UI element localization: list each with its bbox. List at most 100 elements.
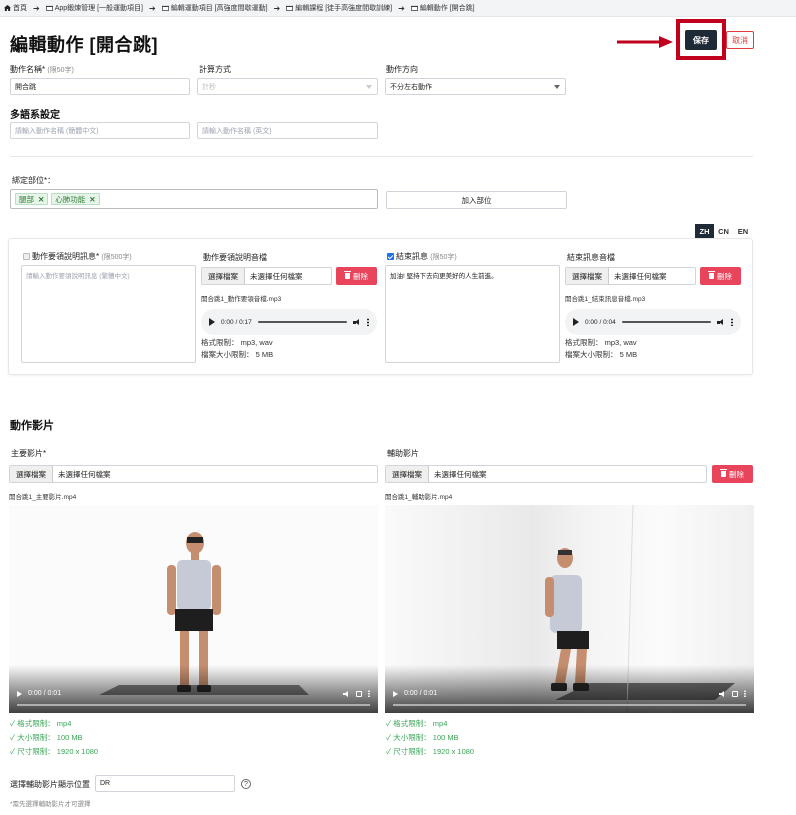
aux-video-file-input[interactable]: 選擇檔案 未選擇任何檔案 <box>385 465 707 483</box>
instruction-textarea[interactable]: 請輸入動作要領說明訊息 (繁體中文) <box>21 265 196 363</box>
check-icon: ✓ <box>386 719 392 728</box>
tag-cardio: 心肺功能 ✕ <box>51 193 100 205</box>
calc-label: 計算方式 <box>199 65 231 74</box>
play-icon[interactable] <box>209 318 215 326</box>
breadcrumb-arrow-icon: ➔ <box>149 3 156 13</box>
trash-icon <box>720 469 727 477</box>
video-seek-bar[interactable] <box>17 704 370 706</box>
chevron-down-icon <box>554 85 560 89</box>
ending-checkbox[interactable]: 結束訊息 (限50字) <box>387 251 457 262</box>
add-part-button[interactable]: 加入部位 <box>386 191 567 209</box>
breadcrumb-edit-course[interactable]: 編輯課程 [徒手高強度間歇訓練] <box>286 3 392 13</box>
remove-tag-icon[interactable]: ✕ <box>89 195 95 204</box>
trash-icon <box>708 271 715 279</box>
check-icon: ✓ <box>10 733 16 742</box>
main-video-checks: ✓ 格式限制： mp4 ✓ 大小限制： 100 MB ✓ 尺寸限制： 1920 … <box>10 719 99 756</box>
volume-icon[interactable] <box>343 690 350 697</box>
instruction-audio-limits: 格式限制： mp3, wav 檔案大小限制： 5 MB <box>201 338 274 359</box>
instruction-audio-delete-button[interactable]: 刪除 <box>336 267 377 285</box>
remove-tag-icon[interactable]: ✕ <box>38 195 44 204</box>
more-options-icon[interactable] <box>731 318 733 326</box>
page-title: 編輯動作 [開合跳] <box>10 35 158 55</box>
instruction-audio-label: 動作要領說明音檔 <box>203 253 267 262</box>
video-controls: 0:00 / 0:01 <box>9 665 378 713</box>
main-video-filename: 開合跳1_主要影片.mp4 <box>9 494 77 501</box>
video-seek-bar[interactable] <box>393 704 746 706</box>
multilang-title: 多語系設定 <box>10 110 60 121</box>
parts-label: 綁定部位*： <box>12 176 56 185</box>
aux-position-input[interactable]: DR <box>95 775 235 792</box>
ending-audio-limits: 格式限制： mp3, wav 檔案大小限制： 5 MB <box>565 338 638 359</box>
tab-lang-cn[interactable]: CN <box>714 224 733 238</box>
aux-video-filename: 開合跳1_輔助影片.mp4 <box>385 494 453 501</box>
fullscreen-icon[interactable] <box>356 690 362 697</box>
annotation-arrow-icon <box>617 36 673 48</box>
aux-video-delete-button[interactable]: 刪除 <box>712 465 753 483</box>
checkbox-icon <box>23 253 30 260</box>
tag-leg: 腿部 ✕ <box>15 193 49 205</box>
video-controls: 0:00 / 0:01 <box>385 665 754 713</box>
aux-video-label: 輔助影片 <box>387 449 419 458</box>
ending-audio-delete-button[interactable]: 刪除 <box>700 267 741 285</box>
breadcrumb-arrow-icon: ➔ <box>398 3 405 13</box>
direction-select[interactable]: 不分左右動作 <box>385 78 566 95</box>
breadcrumb-arrow-icon: ➔ <box>273 3 281 13</box>
volume-icon[interactable] <box>719 690 726 697</box>
video-section-title: 動作影片 <box>10 420 54 432</box>
more-options-icon[interactable] <box>367 318 369 326</box>
chevron-down-icon <box>366 85 372 89</box>
main-video-player[interactable]: 0:00 / 0:01 <box>9 505 378 713</box>
checkbox-checked-icon <box>387 253 394 260</box>
name-input[interactable]: 開合跳 <box>10 78 190 95</box>
play-icon[interactable] <box>393 690 398 697</box>
more-options-icon[interactable] <box>368 690 370 697</box>
home-icon <box>4 5 11 11</box>
trash-icon <box>344 271 351 279</box>
aux-video-player[interactable]: 0:00 / 0:01 <box>385 505 754 713</box>
ending-textarea[interactable]: 加油! 堅持下去向更美好的人生前進。 <box>385 265 560 363</box>
fullscreen-icon[interactable] <box>732 690 738 697</box>
breadcrumb-edit-action: 編輯動作 [開合跳] <box>410 3 475 13</box>
folder-icon <box>45 5 53 11</box>
tab-lang-zh[interactable]: ZH <box>695 224 714 238</box>
breadcrumb: 首頁 ➔ App鍛煉管理 [一般運動項目] ➔ 編輯運動項目 [高強度間歇運動]… <box>0 0 796 17</box>
check-icon: ✓ <box>10 747 16 756</box>
ending-audio-player[interactable]: 0:00 / 0:04 <box>565 309 741 335</box>
ending-audio-file-input[interactable]: 選擇檔案 未選擇任何檔案 <box>565 267 696 285</box>
ending-audio-label: 結束訊息音檔 <box>567 253 615 262</box>
main-video-file-input[interactable]: 選擇檔案 未選擇任何檔案 <box>9 465 378 483</box>
direction-label: 動作方向 <box>386 65 418 74</box>
check-icon: ✓ <box>10 719 16 728</box>
instruction-audio-file-input[interactable]: 選擇檔案 未選擇任何檔案 <box>201 267 332 285</box>
name-en-input[interactable]: 請輸入動作名稱 (英文) <box>197 122 378 139</box>
main-video-label: 主要影片* <box>11 449 47 458</box>
name-zh-input[interactable]: 請輸入動作名稱 (簡體中文) <box>10 122 190 139</box>
instruction-checkbox[interactable]: 動作要領說明訊息* (限500字) <box>23 251 132 262</box>
instruction-audio-filename: 開合跳1_動作要領音檔.mp3 <box>201 296 282 303</box>
play-icon[interactable] <box>573 318 579 326</box>
breadcrumb-home[interactable]: 首頁 <box>4 3 27 13</box>
cancel-button[interactable]: 取消 <box>726 31 754 49</box>
volume-icon[interactable] <box>353 318 361 326</box>
tab-lang-en[interactable]: EN <box>733 224 753 238</box>
check-icon: ✓ <box>386 733 392 742</box>
instruction-audio-player[interactable]: 0:00 / 0:17 <box>201 309 377 335</box>
breadcrumb-edit-sport[interactable]: 編輯運動項目 [高強度間歇運動] <box>161 3 268 13</box>
play-icon[interactable] <box>17 690 22 697</box>
folder-icon <box>286 5 294 11</box>
help-icon[interactable]: ? <box>241 779 251 789</box>
save-button[interactable]: 保存 <box>685 30 717 50</box>
breadcrumb-arrow-icon: ➔ <box>33 3 40 13</box>
aux-position-note: *需先選擇輔助影片才可選擇 <box>10 801 91 808</box>
aux-position-label: 選擇輔助影片顯示位置 <box>10 780 90 789</box>
volume-icon[interactable] <box>717 318 725 326</box>
divider <box>10 156 753 157</box>
ending-audio-filename: 開合跳1_結束訊息音檔.mp3 <box>565 296 646 303</box>
breadcrumb-app-manage[interactable]: App鍛煉管理 [一般運動項目] <box>45 3 143 13</box>
more-options-icon[interactable] <box>744 690 746 697</box>
audio-seek-bar[interactable] <box>257 321 347 323</box>
audio-seek-bar[interactable] <box>621 321 711 323</box>
parts-tag-input[interactable]: 腿部 ✕ 心肺功能 ✕ <box>10 189 378 209</box>
check-icon: ✓ <box>386 747 392 756</box>
calc-select[interactable]: 計秒 <box>197 78 378 95</box>
